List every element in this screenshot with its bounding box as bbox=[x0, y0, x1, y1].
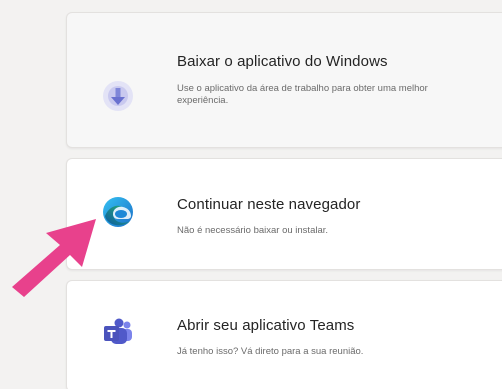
edge-browser-icon bbox=[103, 197, 133, 227]
option-description: Não é necessário baixar ou instalar. bbox=[177, 225, 329, 236]
option-description: Já tenho isso? Vá direto para a sua reun… bbox=[177, 346, 364, 357]
continue-in-browser-option[interactable]: Continuar neste navegador Não é necessár… bbox=[66, 158, 502, 270]
option-title: Baixar o aplicativo do Windows bbox=[177, 53, 388, 70]
option-title: Abrir seu aplicativo Teams bbox=[177, 317, 355, 334]
download-icon bbox=[103, 81, 133, 111]
option-description: Use o aplicativo da área de trabalho par… bbox=[177, 83, 428, 106]
open-teams-app-option[interactable]: Abrir seu aplicativo Teams Já tenho isso… bbox=[66, 280, 502, 389]
join-options-page: Baixar o aplicativo do Windows Use o apl… bbox=[0, 0, 502, 389]
teams-icon bbox=[104, 318, 132, 344]
download-windows-app-option[interactable]: Baixar o aplicativo do Windows Use o apl… bbox=[66, 12, 502, 148]
option-title: Continuar neste navegador bbox=[177, 196, 361, 213]
